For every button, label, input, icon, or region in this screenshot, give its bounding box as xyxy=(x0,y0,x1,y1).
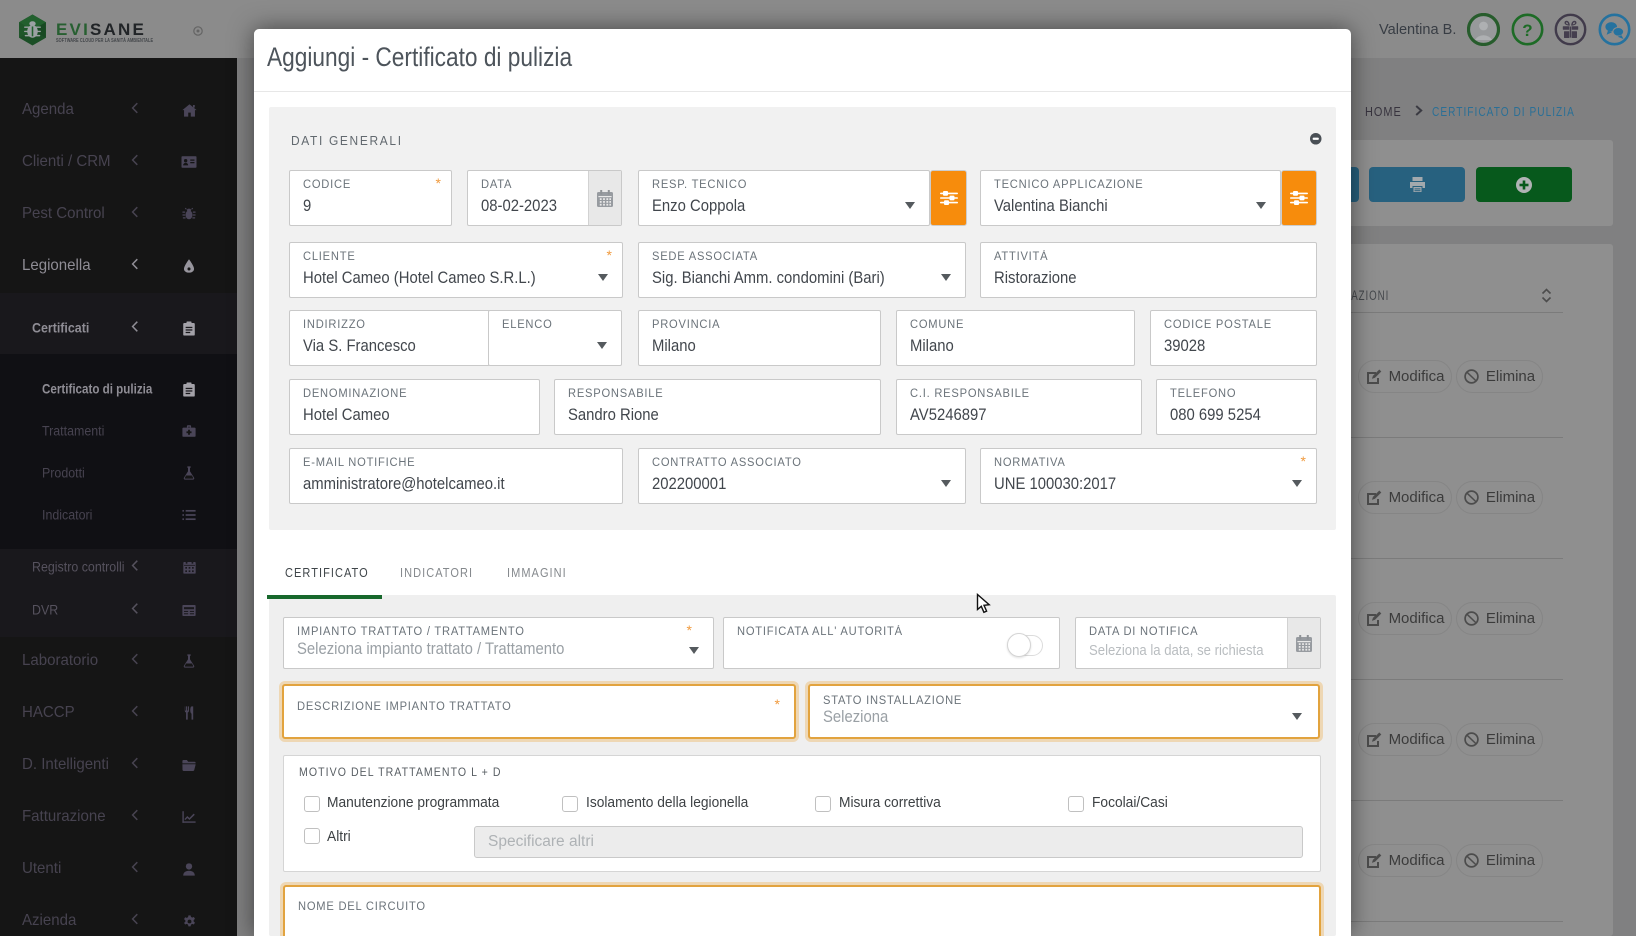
svg-text:?: ? xyxy=(1522,21,1532,40)
